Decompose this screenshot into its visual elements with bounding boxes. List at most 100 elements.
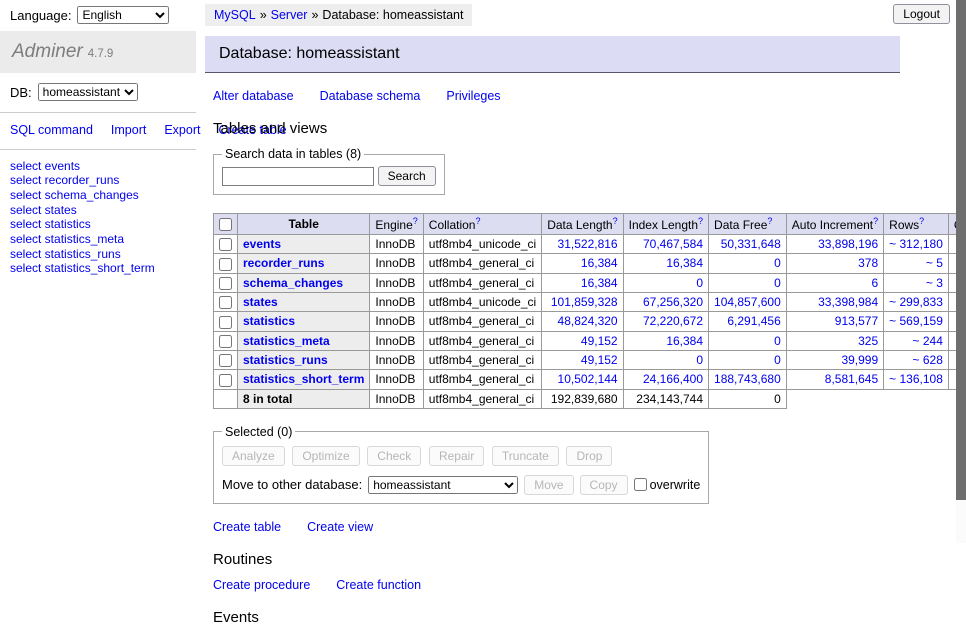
db-select[interactable]: homeassistant [38,83,138,101]
data-length-link[interactable]: 101,859,328 [551,295,618,309]
sidebar-item-select-schema-changes[interactable]: select schema_changes [10,188,186,203]
row-checkbox[interactable] [219,258,232,271]
data-length-link[interactable]: 10,502,144 [558,372,618,386]
data-length-link[interactable]: 48,824,320 [558,314,618,328]
breadcrumb-mysql-link[interactable]: MySQL [214,8,256,22]
data-length-link[interactable]: 16,384 [581,256,618,270]
help-icon[interactable]: ? [698,216,703,226]
table-name-link[interactable]: statistics_meta [243,334,330,348]
sidebar-item-select-states[interactable]: select states [10,203,186,218]
repair-button[interactable]: Repair [429,446,484,466]
sidebar-link-import[interactable]: Import [111,123,146,137]
rows-estimate-link[interactable]: ~ 569,159 [889,314,943,328]
row-checkbox[interactable] [219,374,232,387]
table-name-link[interactable]: recorder_runs [243,256,324,270]
breadcrumb-server-link[interactable]: Server [271,8,308,22]
index-length-link[interactable]: 0 [696,276,703,290]
auto-increment-link[interactable]: 33,898,196 [818,237,878,251]
help-icon[interactable]: ? [919,216,924,226]
index-length-link[interactable]: 0 [696,353,703,367]
help-icon[interactable]: ? [613,216,618,226]
create-table-link[interactable]: Create table [213,520,281,534]
move-button[interactable]: Move [524,475,573,495]
database-schema-link[interactable]: Database schema [320,89,421,103]
help-icon[interactable]: ? [413,216,418,226]
data-length-link[interactable]: 49,152 [581,353,618,367]
data-free-link[interactable]: 188,743,680 [714,372,781,386]
create-procedure-link[interactable]: Create procedure [213,578,310,592]
row-checkbox[interactable] [219,238,232,251]
row-checkbox[interactable] [219,316,232,329]
move-database-select[interactable]: homeassistant [368,476,518,494]
rows-estimate-link[interactable]: ~ 628 [913,353,943,367]
analyze-button[interactable]: Analyze [222,446,285,466]
table-name-link[interactable]: statistics_runs [243,353,328,367]
help-icon[interactable]: ? [767,216,772,226]
copy-button[interactable]: Copy [580,475,628,495]
logout-button[interactable]: Logout [893,4,950,24]
rows-estimate-link[interactable]: ~ 312,180 [889,237,943,251]
data-free-link[interactable]: 104,857,600 [714,295,781,309]
auto-increment-link[interactable]: 8,581,645 [825,372,878,386]
search-input[interactable] [222,167,374,186]
sidebar-item-select-statistics-short-term[interactable]: select statistics_short_term [10,262,186,277]
data-free-link[interactable]: 0 [774,353,781,367]
data-free-link[interactable]: 6,291,456 [727,314,780,328]
truncate-button[interactable]: Truncate [492,446,559,466]
index-length-link[interactable]: 24,166,400 [643,372,703,386]
table-name-link[interactable]: statistics [243,314,295,328]
data-free-link[interactable]: 0 [774,276,781,290]
sidebar-link-export[interactable]: Export [164,123,200,137]
adminer-logo-link[interactable]: Adminer [12,41,83,62]
sidebar-item-select-statistics[interactable]: select statistics [10,218,186,233]
help-icon[interactable]: ? [475,216,480,226]
auto-increment-link[interactable]: 33,398,984 [818,295,878,309]
index-length-link[interactable]: 72,220,672 [643,314,703,328]
privileges-link[interactable]: Privileges [446,89,500,103]
row-checkbox[interactable] [219,277,232,290]
data-free-link[interactable]: 0 [774,334,781,348]
select-all-checkbox[interactable] [219,218,232,231]
sidebar-item-select-recorder-runs[interactable]: select recorder_runs [10,174,186,189]
sidebar-link-sql-command[interactable]: SQL command [10,123,93,137]
create-function-link[interactable]: Create function [336,578,421,592]
alter-database-link[interactable]: Alter database [213,89,294,103]
index-length-link[interactable]: 70,467,584 [643,237,703,251]
table-name-link[interactable]: schema_changes [243,276,343,290]
rows-estimate-link[interactable]: ~ 244 [913,334,943,348]
rows-estimate-link[interactable]: ~ 136,108 [889,372,943,386]
data-length-link[interactable]: 31,522,816 [558,237,618,251]
row-checkbox[interactable] [219,335,232,348]
data-free-link[interactable]: 50,331,648 [721,237,781,251]
data-free-link[interactable]: 0 [774,256,781,270]
auto-increment-link[interactable]: 39,999 [841,353,878,367]
sidebar-item-select-statistics-meta[interactable]: select statistics_meta [10,232,186,247]
language-select[interactable]: English [77,6,169,24]
table-name-link[interactable]: events [243,237,281,251]
rows-estimate-link[interactable]: ~ 299,833 [889,295,943,309]
rows-estimate-link[interactable]: ~ 5 [926,256,943,270]
data-length-link[interactable]: 49,152 [581,334,618,348]
table-name-link[interactable]: statistics_short_term [243,372,364,386]
search-button[interactable]: Search [378,166,436,186]
overwrite-checkbox[interactable] [634,478,647,491]
auto-increment-link[interactable]: 913,577 [835,314,878,328]
data-length-link[interactable]: 16,384 [581,276,618,290]
table-name-link[interactable]: states [243,295,278,309]
auto-increment-link[interactable]: 378 [858,256,878,270]
vertical-scrollbar[interactable] [956,0,966,543]
sidebar-item-select-events[interactable]: select events [10,159,186,174]
scrollbar-thumb[interactable] [956,0,966,500]
sidebar-item-select-statistics-runs[interactable]: select statistics_runs [10,247,186,262]
row-checkbox[interactable] [219,354,232,367]
auto-increment-link[interactable]: 325 [858,334,878,348]
index-length-link[interactable]: 16,384 [666,256,703,270]
index-length-link[interactable]: 67,256,320 [643,295,703,309]
row-checkbox[interactable] [219,296,232,309]
rows-estimate-link[interactable]: ~ 3 [926,276,943,290]
index-length-link[interactable]: 16,384 [666,334,703,348]
help-icon[interactable]: ? [873,216,878,226]
create-view-link[interactable]: Create view [307,520,373,534]
check-button[interactable]: Check [367,446,421,466]
drop-button[interactable]: Drop [566,446,612,466]
